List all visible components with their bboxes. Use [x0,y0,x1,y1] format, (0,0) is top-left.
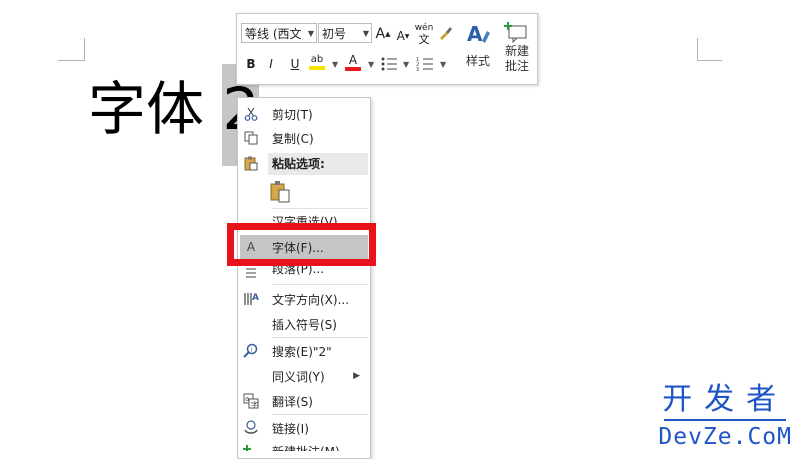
clipboard-icon [242,154,260,172]
menu-item-link[interactable]: 链接(I) [238,416,370,440]
font-size-value: 初号 [322,26,347,41]
new-comment-icon [504,22,527,43]
chevron-down-icon[interactable]: ▼ [332,60,338,69]
shrink-font-button[interactable]: A ▼ [395,26,411,46]
highlight-color-swatch [309,66,325,70]
styles-icon: A [467,22,490,46]
annotation-highlight-box [227,223,376,266]
chevron-down-icon[interactable]: ▼ [440,60,446,69]
menu-separator [272,284,368,285]
chevron-down-icon[interactable]: ▼ [368,60,374,69]
chevron-down-icon[interactable]: ▼ [403,60,409,69]
svg-text:A: A [252,293,259,303]
font-name-value: 等线 (西文 [245,26,302,41]
chevron-down-icon: ▼ [307,28,314,38]
document-text-before: 字体 [88,75,223,143]
caret-up-icon: ▲ [385,30,391,38]
styles-gallery-button[interactable]: A [463,20,497,48]
mini-toolbar: 等线 (西文 ▼ 初号 ▼ A ▲ A ▼ wén 文 A 样式 新建 批注 B I… [236,13,538,85]
context-menu: 剪切(T) 复制(C) 粘贴选项: 汉字重选(V) A 字体(F)... 段落(… [237,97,371,459]
chevron-right-icon: ▶ [353,371,360,381]
menu-item-translate[interactable]: a字 翻译(S) [238,389,370,413]
font-color-button[interactable]: A [343,52,363,72]
page-corner-top-left [58,38,85,61]
highlight-button[interactable]: ab [307,52,327,72]
menu-item-cut[interactable]: 剪切(T) [238,102,370,126]
translate-icon: a字 [242,392,260,410]
bold-button[interactable]: B [243,54,259,74]
chevron-down-icon: ▼ [362,28,369,38]
watermark-underline [664,419,786,421]
italic-button[interactable]: I [263,54,279,74]
menu-item-search[interactable]: i 搜索(E)"2" [238,339,370,363]
font-color-swatch [345,66,361,71]
page-corner-top-right [697,38,722,61]
grow-font-button[interactable]: A ▲ [375,24,391,44]
font-name-dropdown[interactable]: 等线 (西文 ▼ [241,23,317,43]
copy-icon [242,129,260,147]
brush-icon [440,27,452,40]
menu-separator [272,414,368,415]
watermark-cn: 开发者 [662,382,789,417]
font-size-dropdown[interactable]: 初号 ▼ [318,23,372,43]
link-icon [242,419,260,437]
new-comment-label: 新建 批注 [504,44,529,73]
new-comment-button[interactable] [503,20,529,44]
numbering-button[interactable]: 1 2 3 [414,54,436,74]
underline-button[interactable]: U [287,54,303,74]
paste-text-only-icon [270,180,292,207]
watermark-en: DevZe.CoM [658,424,792,450]
svg-text:A: A [467,22,483,46]
bullets-icon [381,57,397,71]
format-painter-button[interactable] [435,23,455,43]
numbering-icon: 1 2 3 [416,57,433,72]
watermark: 开发者 DevZe.CoM [658,383,792,451]
svg-text:i: i [251,347,253,354]
svg-text:3: 3 [416,67,419,72]
scissors-icon [242,105,260,123]
styles-label: 样式 [465,54,490,68]
paragraph-icon [242,264,260,280]
paste-keep-text-only-button[interactable] [238,176,370,206]
menu-item-synonyms[interactable]: 同义词(Y) ▶ [238,364,370,388]
bullets-button[interactable] [378,54,400,74]
menu-item-paste-options: 粘贴选项: [238,152,370,174]
text-direction-icon: A [242,290,260,308]
svg-text:字: 字 [251,400,258,409]
menu-item-text-direction[interactable]: A 文字方向(X)... [238,287,370,311]
menu-item-insert-symbol[interactable]: 插入符号(S) [238,312,370,336]
menu-item-copy[interactable]: 复制(C) [238,126,370,150]
phonetic-guide-button[interactable]: wén 文 [414,21,434,47]
menu-separator [272,337,368,338]
caret-down-icon: ▼ [404,32,410,40]
search-icon: i [242,342,260,360]
